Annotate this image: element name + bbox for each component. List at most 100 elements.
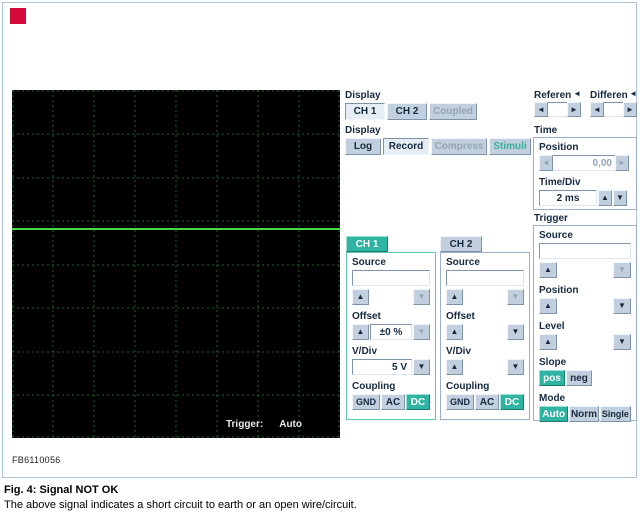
record-button[interactable]: Record <box>383 138 429 155</box>
trigger-position-controls: ▲ ▼ <box>539 298 631 314</box>
ch2-source-controls: ▲ ▼ <box>446 289 524 305</box>
ch2-source-label: Source <box>446 257 524 268</box>
ch2-source-up-icon[interactable]: ▲ <box>446 289 463 305</box>
compress-button[interactable]: Compress <box>431 138 487 155</box>
caption-text: The above signal indicates a short circu… <box>4 499 357 511</box>
trigger-group: Source ▲ ▼ Position ▲ ▼ Level ▲ ▼ Slope … <box>533 225 637 421</box>
time-position-left-icon[interactable]: ◄ <box>539 155 553 171</box>
trigger-level-dropdown-icon[interactable]: ▼ <box>613 334 631 350</box>
trigger-source-dropdown-icon[interactable]: ▼ <box>613 262 631 278</box>
time-position-label: Position <box>539 142 631 153</box>
ch2-vdiv-up-icon[interactable]: ▲ <box>446 359 463 375</box>
ch2-offset-up-icon[interactable]: ▲ <box>446 324 463 340</box>
trigger-mode-label: Mode <box>539 393 631 404</box>
trigger-level-up-icon[interactable]: ▲ <box>539 334 557 350</box>
trigger-level-label: Level <box>539 321 631 332</box>
differential-left-icon[interactable]: ◄ <box>590 102 604 117</box>
mode-norm-button[interactable]: Norm <box>569 406 598 422</box>
trigger-position-up-icon[interactable]: ▲ <box>539 298 557 314</box>
ch1-panel: Source ▲ ▼ Offset ▲ ±0 % ▼ V/Div 5 V ▼ C… <box>346 252 436 420</box>
time-position-value: 0,00 <box>553 155 615 171</box>
ch1-vdiv-label: V/Div <box>352 346 430 357</box>
mode-auto-button[interactable]: Auto <box>539 406 568 422</box>
mode-single-button[interactable]: Single <box>600 406 631 422</box>
ch1-dc-button[interactable]: DC <box>406 394 430 410</box>
figure-code: FB6110056 <box>12 455 61 465</box>
ch2-offset-dropdown-icon[interactable]: ▼ <box>507 324 524 340</box>
figure-frame: Trigger: Auto Display CH 1 CH 2 Coupled … <box>2 2 637 478</box>
differential-value <box>604 102 623 117</box>
log-button[interactable]: Log <box>345 138 381 155</box>
reference-label: Referen <box>534 90 571 101</box>
timediv-up-icon[interactable]: ▲ <box>598 190 612 206</box>
slope-neg-button[interactable]: neg <box>566 370 592 386</box>
display-modes-label: Display <box>345 125 381 136</box>
trigger-source-controls: ▲ ▼ <box>539 262 631 278</box>
ch2-vdiv-label: V/Div <box>446 346 524 357</box>
display-modes-row: Log Record Compress Stimuli <box>345 138 531 155</box>
display-ch2-button[interactable]: CH 2 <box>387 103 427 120</box>
ch1-vdiv-dropdown-icon[interactable]: ▼ <box>413 359 430 375</box>
ch2-coupling-row: GND AC DC <box>446 394 524 410</box>
ch1-source-controls: ▲ ▼ <box>352 289 430 305</box>
ch1-coupling-label: Coupling <box>352 381 430 392</box>
trigger-source-input[interactable] <box>539 243 631 259</box>
ch1-offset-dropdown-icon[interactable]: ▼ <box>413 324 430 340</box>
scope-trigger-readout: Trigger: Auto <box>226 419 302 430</box>
scope-trigger-value: Auto <box>279 419 302 430</box>
reference-value <box>548 102 567 117</box>
display-ch1-button[interactable]: CH 1 <box>345 103 385 120</box>
ch2-ac-button[interactable]: AC <box>475 394 499 410</box>
differential-more-icon: ◄ <box>629 90 637 101</box>
timediv-value: 2 ms <box>539 190 597 206</box>
ch1-source-dropdown-icon[interactable]: ▼ <box>413 289 430 305</box>
scope-screen: Trigger: Auto <box>12 90 340 438</box>
differential-label: Differen <box>590 90 628 101</box>
slope-pos-button[interactable]: pos <box>539 370 565 386</box>
ch2-dc-button[interactable]: DC <box>500 394 524 410</box>
ch2-vdiv-controls: ▲ ▼ <box>446 359 524 375</box>
reference-spinner: ◄ ► <box>534 102 581 117</box>
reference-more-icon: ◄ <box>573 90 581 101</box>
trigger-group-label: Trigger <box>534 213 568 224</box>
ch1-vdiv-controls: 5 V ▼ <box>352 359 430 375</box>
ch1-header-button[interactable]: CH 1 <box>346 236 388 252</box>
trigger-source-up-icon[interactable]: ▲ <box>539 262 557 278</box>
ch1-gnd-button[interactable]: GND <box>352 394 380 410</box>
reference-right-icon[interactable]: ► <box>567 102 581 117</box>
trigger-mode-row: Auto Norm Single <box>539 406 631 422</box>
stimuli-button[interactable]: Stimuli <box>489 138 531 155</box>
ch1-offset-controls: ▲ ±0 % ▼ <box>352 324 430 340</box>
trigger-position-label: Position <box>539 285 631 296</box>
ch2-source-dropdown-icon[interactable]: ▼ <box>507 289 524 305</box>
red-marker-square <box>10 8 26 24</box>
caption-title: Fig. 4: Signal NOT OK <box>4 484 118 496</box>
ch2-gnd-button[interactable]: GND <box>446 394 474 410</box>
reference-left-icon[interactable]: ◄ <box>534 102 548 117</box>
time-position-right-icon[interactable]: ► <box>615 155 629 171</box>
ch1-source-label: Source <box>352 257 430 268</box>
ch2-coupling-label: Coupling <box>446 381 524 392</box>
ch2-source-input[interactable] <box>446 270 524 286</box>
differential-right-icon[interactable]: ► <box>623 102 637 117</box>
display-coupled-button[interactable]: Coupled <box>429 103 477 120</box>
scope-grid <box>12 90 340 438</box>
timediv-row: 2 ms ▲ ▼ <box>539 190 631 206</box>
ch1-ac-button[interactable]: AC <box>381 394 405 410</box>
scope-trigger-label: Trigger: <box>226 419 263 430</box>
display-channels-label: Display <box>345 90 381 101</box>
timediv-label: Time/Div <box>539 177 631 188</box>
ch2-offset-controls: ▲ ▼ <box>446 324 524 340</box>
trigger-source-label: Source <box>539 230 631 241</box>
differential-spinner: ◄ ► <box>590 102 637 117</box>
timediv-down-icon[interactable]: ▼ <box>613 190 627 206</box>
ch2-vdiv-dropdown-icon[interactable]: ▼ <box>507 359 524 375</box>
ch2-header-button[interactable]: CH 2 <box>440 236 482 252</box>
ch1-source-input[interactable] <box>352 270 430 286</box>
trigger-slope-row: pos neg <box>539 370 631 386</box>
ch1-offset-value: ±0 % <box>370 324 412 340</box>
display-channels-row: CH 1 CH 2 Coupled <box>345 103 477 120</box>
ch1-offset-up-icon[interactable]: ▲ <box>352 324 369 340</box>
ch1-source-up-icon[interactable]: ▲ <box>352 289 369 305</box>
trigger-position-dropdown-icon[interactable]: ▼ <box>613 298 631 314</box>
